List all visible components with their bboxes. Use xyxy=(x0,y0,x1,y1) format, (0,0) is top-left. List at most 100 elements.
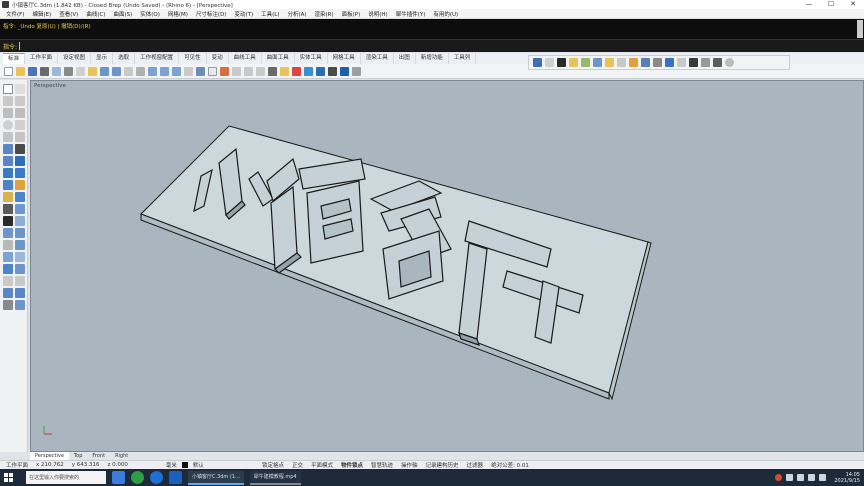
fillet-tool-icon[interactable] xyxy=(15,300,25,310)
tab-front[interactable]: Front xyxy=(87,452,110,460)
tab-solid-tools[interactable]: 实体工具 xyxy=(295,53,328,64)
split-tool-icon[interactable] xyxy=(15,276,25,286)
menu-edit[interactable]: 编辑(E) xyxy=(28,10,55,18)
scale-tool-icon[interactable] xyxy=(15,240,25,250)
command-history-scrollbar[interactable] xyxy=(857,20,863,38)
polyline-tool-icon[interactable] xyxy=(3,108,13,118)
notification-icon[interactable] xyxy=(819,474,827,481)
layer-icon[interactable] xyxy=(581,58,590,67)
menu-curve[interactable]: 曲线(C) xyxy=(82,10,109,18)
boolean-tool-icon[interactable] xyxy=(15,192,25,202)
polyline-icon[interactable] xyxy=(232,67,241,76)
explode-tool-icon[interactable] xyxy=(15,264,25,274)
grid-icon[interactable] xyxy=(208,67,217,76)
material-icon[interactable] xyxy=(292,67,301,76)
copy-icon[interactable] xyxy=(76,67,85,76)
minimize-button[interactable]: — xyxy=(798,0,820,9)
sphere-tool-icon[interactable] xyxy=(15,180,25,190)
toggle-filter[interactable]: 过滤器 xyxy=(463,461,488,469)
perspective-viewport[interactable]: Perspective xyxy=(30,80,864,452)
render-icon[interactable] xyxy=(304,67,313,76)
menu-surface[interactable]: 曲面(S) xyxy=(109,10,136,18)
environment-icon[interactable] xyxy=(316,67,325,76)
hammer-icon[interactable] xyxy=(557,58,566,67)
surface-tool-icon[interactable] xyxy=(3,156,13,166)
select-icon[interactable] xyxy=(3,84,13,94)
move-tool-icon[interactable] xyxy=(15,228,25,238)
extrude-tool-icon[interactable] xyxy=(15,156,25,166)
undo-icon[interactable] xyxy=(100,67,109,76)
tab-select[interactable]: 选取 xyxy=(113,53,136,64)
arc-tool-icon[interactable] xyxy=(15,120,25,130)
browser-icon[interactable] xyxy=(131,471,144,484)
zoom-selected-icon[interactable] xyxy=(184,67,193,76)
arc-icon[interactable] xyxy=(256,67,265,76)
fill-icon[interactable] xyxy=(617,58,626,67)
command-line[interactable]: 指令: xyxy=(0,39,864,52)
rotate-view-icon[interactable] xyxy=(136,67,145,76)
ruler-icon[interactable] xyxy=(677,58,686,67)
array-tool-icon[interactable] xyxy=(15,252,25,262)
trim-tool-icon[interactable] xyxy=(3,276,13,286)
mesh-tool-icon[interactable] xyxy=(3,204,13,214)
tab-mesh-tools[interactable]: 网格工具 xyxy=(328,53,361,64)
status-units[interactable]: 毫米 xyxy=(162,461,181,469)
toggle-record-history[interactable]: 记录建构历史 xyxy=(422,461,463,469)
menu-render[interactable]: 渲染(R) xyxy=(311,10,338,18)
toggle-grid-snap[interactable]: 锁定格点 xyxy=(258,461,288,469)
tab-perspective[interactable]: Perspective xyxy=(30,452,69,460)
group-tool-icon[interactable] xyxy=(3,288,13,298)
toggle-gumball[interactable]: 操作轴 xyxy=(397,461,422,469)
input-method-icon[interactable] xyxy=(775,474,783,481)
redo-icon[interactable] xyxy=(112,67,121,76)
box-tool-icon[interactable] xyxy=(3,180,13,190)
new-file-icon[interactable] xyxy=(4,67,13,76)
sweep-tool-icon[interactable] xyxy=(15,168,25,178)
polygon-tool-icon[interactable] xyxy=(3,144,13,154)
line-tool-icon[interactable] xyxy=(15,96,25,106)
edit-icon[interactable] xyxy=(629,58,638,67)
taskbar-app-video[interactable]: 犀牛建模教程.mp4 xyxy=(249,470,301,485)
tab-toolbars[interactable]: 工具列 xyxy=(449,53,477,64)
zoom-icon[interactable] xyxy=(148,67,157,76)
print-icon[interactable] xyxy=(40,67,49,76)
globe-icon[interactable] xyxy=(725,58,734,67)
cut-icon[interactable] xyxy=(64,67,73,76)
tab-render-tools[interactable]: 渲染工具 xyxy=(361,53,394,64)
menu-useful[interactable]: 有用的(U) xyxy=(429,10,462,18)
paste-icon[interactable] xyxy=(88,67,97,76)
taskbar-search[interactable]: 在这里输入你要搜索的 xyxy=(26,471,106,484)
tab-visibility[interactable]: 可见性 xyxy=(179,53,207,64)
edge-icon[interactable] xyxy=(150,471,163,484)
tab-top[interactable]: Top xyxy=(69,452,87,460)
tab-display[interactable]: 显示 xyxy=(91,53,114,64)
toggle-smarttrack[interactable]: 智慧轨迹 xyxy=(367,461,397,469)
tab-new-in-v6[interactable]: 新增功能 xyxy=(416,53,449,64)
close-button[interactable]: ✕ xyxy=(842,0,864,9)
mirror-tool-icon[interactable] xyxy=(3,252,13,262)
texture-icon[interactable] xyxy=(340,67,349,76)
point-tool-icon[interactable] xyxy=(3,96,13,106)
circle-tool-icon[interactable] xyxy=(3,120,13,130)
open-file-icon[interactable] xyxy=(16,67,25,76)
task-view-icon[interactable] xyxy=(112,471,125,484)
menu-view[interactable]: 查看(V) xyxy=(55,10,82,18)
tab-right[interactable]: Right xyxy=(110,452,133,460)
gear-icon[interactable] xyxy=(689,58,698,67)
menu-panels[interactable]: 面板(P) xyxy=(338,10,365,18)
toggle-planar[interactable]: 平面模式 xyxy=(307,461,337,469)
options-icon[interactable] xyxy=(352,67,361,76)
menu-analyze[interactable]: 分析(A) xyxy=(283,10,310,18)
battery-icon[interactable] xyxy=(808,474,816,481)
point-icon[interactable] xyxy=(220,67,229,76)
dimension-tool-icon[interactable] xyxy=(15,216,25,226)
cylinder-tool-icon[interactable] xyxy=(3,192,13,202)
lock-closed-icon[interactable] xyxy=(701,58,710,67)
pan-icon[interactable] xyxy=(124,67,133,76)
volume-icon[interactable] xyxy=(797,474,805,481)
rotate-tool-icon[interactable] xyxy=(3,240,13,250)
join-tool-icon[interactable] xyxy=(3,264,13,274)
help-icon[interactable] xyxy=(713,58,722,67)
toggle-osnap[interactable]: 物件锁点 xyxy=(337,461,367,469)
folder-icon[interactable] xyxy=(569,58,578,67)
